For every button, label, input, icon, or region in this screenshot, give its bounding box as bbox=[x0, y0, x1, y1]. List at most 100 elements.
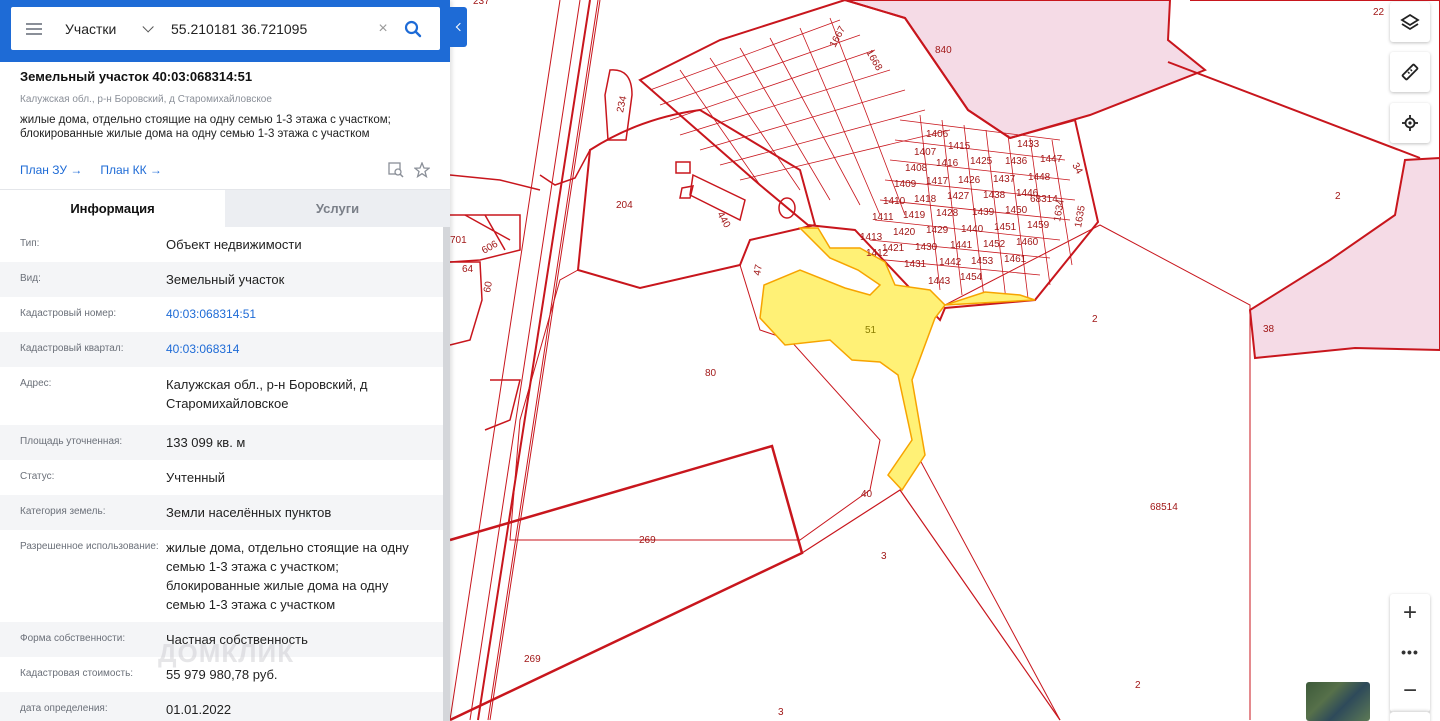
plan-links: План ЗУ → План КК → bbox=[20, 163, 180, 177]
panel-scrollbar[interactable] bbox=[443, 227, 450, 721]
tab-services[interactable]: Услуги bbox=[225, 190, 450, 227]
info-value: Калужская обл., р-н Боровский, д Староми… bbox=[166, 377, 368, 411]
info-key: Кадастровый квартал: bbox=[20, 343, 124, 354]
label-1461: 1461 bbox=[1004, 254, 1027, 265]
search-icon bbox=[404, 20, 422, 37]
selected-parcel-51[interactable] bbox=[759, 227, 1036, 492]
label-1433: 1433 bbox=[1017, 139, 1040, 150]
search-button[interactable] bbox=[395, 7, 431, 50]
collapse-panel-button[interactable] bbox=[450, 7, 467, 47]
info-value: жилые дома, отдельно стоящие на одну сем… bbox=[166, 540, 409, 612]
label-1419: 1419 bbox=[903, 210, 926, 221]
info-row-permitted-use: Разрешенное использование: жилые дома, о… bbox=[0, 530, 443, 622]
label-1459: 1459 bbox=[1027, 220, 1050, 231]
zoom-in-button[interactable]: + bbox=[1390, 594, 1430, 632]
label-1443: 1443 bbox=[928, 276, 951, 287]
info-row-status: Статус: Учтенный bbox=[0, 460, 443, 495]
info-row-address: Адрес: Калужская обл., р-н Боровский, д … bbox=[0, 367, 443, 425]
label-64: 64 bbox=[462, 264, 474, 275]
zoom-to-object-icon[interactable] bbox=[388, 162, 404, 178]
info-row-kind: Вид: Земельный участок bbox=[0, 262, 443, 297]
panel-tabs: Информация Услуги bbox=[0, 189, 450, 227]
plan-kk-link[interactable]: План КК → bbox=[100, 163, 162, 177]
west-parcels bbox=[449, 69, 796, 431]
more-options-button[interactable]: ••• bbox=[1390, 632, 1430, 672]
object-usage: жилые дома, отдельно стоящие на одну сем… bbox=[20, 114, 391, 140]
label-1431: 1431 bbox=[904, 259, 927, 270]
label-1452: 1452 bbox=[983, 239, 1006, 250]
info-key: Статус: bbox=[20, 471, 55, 482]
parcel-269[interactable] bbox=[449, 444, 804, 721]
info-row-type: Тип: Объект недвижимости bbox=[0, 227, 443, 262]
label-1412: 1412 bbox=[866, 248, 889, 259]
label-34: 34 bbox=[1069, 161, 1084, 177]
info-row-land-category: Категория земель: Земли населённых пункт… bbox=[0, 495, 443, 530]
cadastral-quarter-link[interactable]: 40:03:068314 bbox=[166, 340, 423, 359]
info-key: Вид: bbox=[20, 273, 41, 284]
label-1410: 1410 bbox=[883, 196, 906, 207]
label-1440: 1440 bbox=[961, 224, 984, 235]
info-row-cadastral-quarter: Кадастровый квартал: 40:03:068314 bbox=[0, 332, 443, 367]
search-input[interactable] bbox=[171, 13, 371, 44]
object-title: Земельный участок 40:03:068314:51 bbox=[20, 69, 253, 84]
label-1407: 1407 bbox=[914, 147, 937, 158]
chevron-down-icon bbox=[142, 20, 155, 33]
info-value: Объект недвижимости bbox=[166, 237, 302, 252]
ruler-icon bbox=[1401, 63, 1419, 81]
label-1420: 1420 bbox=[893, 227, 916, 238]
label-234: 234 bbox=[615, 95, 629, 114]
plan-zu-link[interactable]: План ЗУ → bbox=[20, 163, 82, 177]
scrollbar-thumb[interactable] bbox=[443, 227, 450, 721]
label-1448: 1448 bbox=[1028, 172, 1051, 183]
label-440: 440 bbox=[714, 210, 732, 230]
pink-zone-edge bbox=[1167, 61, 1421, 159]
info-row-valuation-date: дата определения: 01.01.2022 bbox=[0, 692, 443, 721]
label-3a: 3 bbox=[881, 551, 887, 562]
tab-info[interactable]: Информация bbox=[0, 190, 225, 227]
clear-search-button[interactable]: × bbox=[371, 14, 395, 44]
menu-button[interactable] bbox=[11, 7, 57, 50]
label-1438: 1438 bbox=[983, 190, 1006, 201]
label-1428: 1428 bbox=[936, 208, 959, 219]
crosshair-icon bbox=[1402, 115, 1418, 131]
label-40: 40 bbox=[861, 489, 873, 500]
layer-select[interactable]: Участки bbox=[57, 7, 167, 50]
label-2b: 2 bbox=[1335, 191, 1341, 202]
favorite-star-icon[interactable] bbox=[413, 161, 431, 179]
road-corridor bbox=[449, 0, 601, 721]
label-1413: 1413 bbox=[860, 232, 883, 243]
info-value: Земли населённых пунктов bbox=[166, 505, 332, 520]
cadastral-number-link[interactable]: 40:03:068314:51 bbox=[166, 305, 423, 324]
compass-button[interactable] bbox=[1390, 712, 1430, 721]
layers-icon bbox=[1400, 13, 1420, 31]
label-1427: 1427 bbox=[947, 191, 970, 202]
label-1426: 1426 bbox=[958, 175, 981, 186]
chevron-left-icon bbox=[455, 22, 465, 32]
layers-button[interactable] bbox=[1390, 2, 1430, 42]
label-1442: 1442 bbox=[939, 257, 962, 268]
zoom-out-button[interactable]: − bbox=[1390, 672, 1430, 710]
locate-button[interactable] bbox=[1390, 103, 1430, 143]
label-1408: 1408 bbox=[905, 163, 928, 174]
label-47: 47 bbox=[752, 263, 765, 276]
label-1460: 1460 bbox=[1016, 237, 1039, 248]
info-key: Кадастровый номер: bbox=[20, 308, 117, 319]
ruler-button[interactable] bbox=[1390, 52, 1430, 92]
label-1416: 1416 bbox=[936, 158, 959, 169]
object-actions bbox=[388, 161, 431, 179]
label-1439: 1439 bbox=[972, 207, 995, 218]
label-1411: 1411 bbox=[872, 212, 894, 223]
label-1454: 1454 bbox=[960, 272, 983, 283]
road-main bbox=[477, 0, 591, 721]
label-60: 60 bbox=[482, 280, 495, 293]
info-value: 55 979 980,78 руб. bbox=[166, 667, 278, 682]
label-1450: 1450 bbox=[1005, 205, 1028, 216]
info-table: Тип: Объект недвижимости Вид: Земельный … bbox=[0, 227, 443, 721]
label-1430: 1430 bbox=[915, 242, 938, 253]
label-1417: 1417 bbox=[926, 176, 949, 187]
label-38: 38 bbox=[1263, 324, 1275, 335]
satellite-layer-thumbnail[interactable] bbox=[1306, 682, 1370, 721]
object-header: Земельный участок 40:03:068314:51 Калужс… bbox=[0, 62, 450, 141]
label-701: 701 bbox=[450, 235, 467, 246]
label-1406: 1406 bbox=[926, 129, 949, 140]
